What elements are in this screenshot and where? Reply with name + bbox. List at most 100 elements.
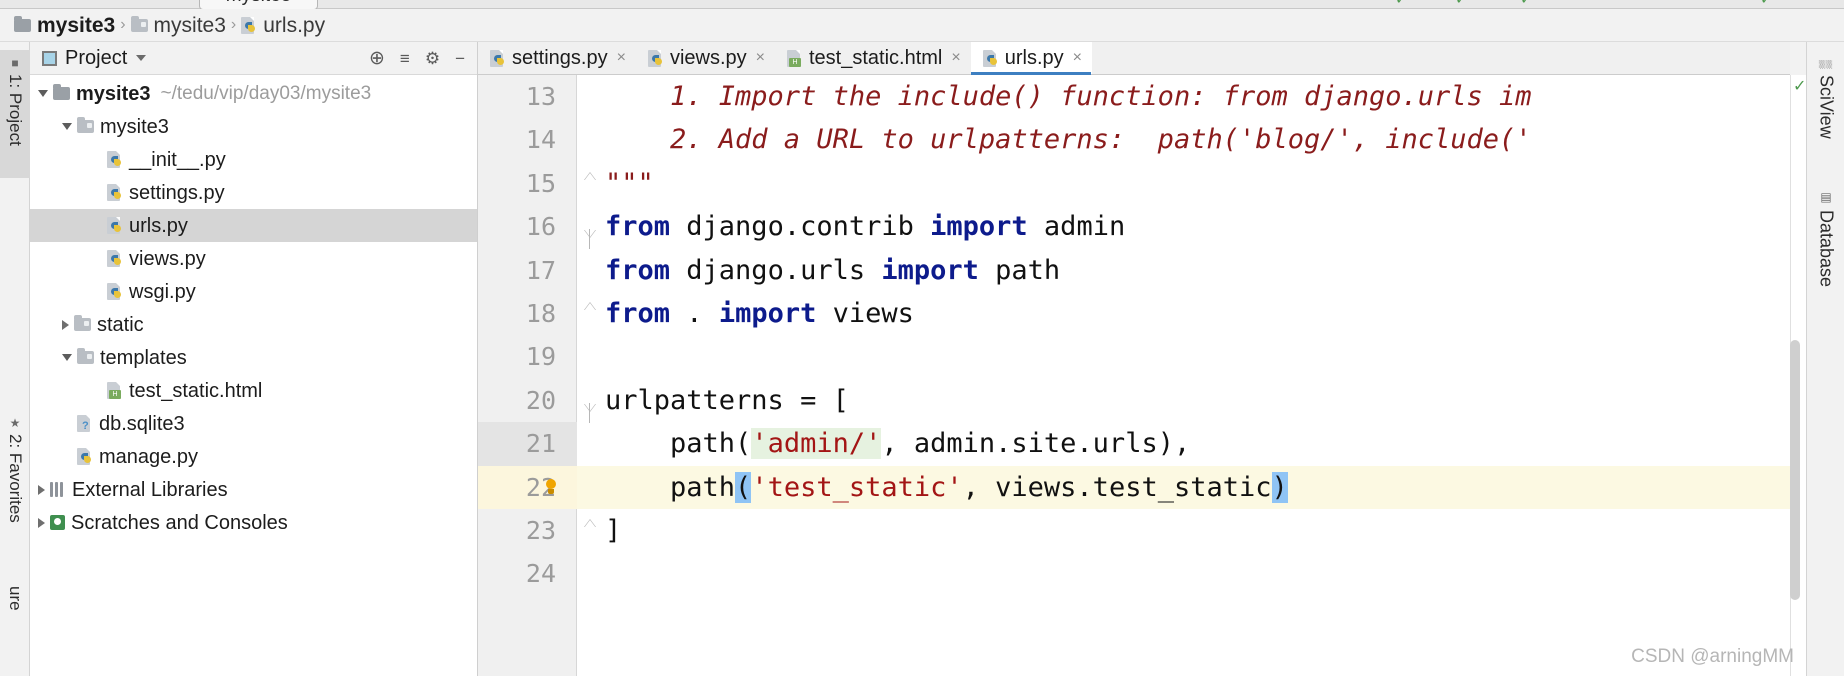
fold-marker[interactable]: [582, 379, 599, 423]
code-token: views: [816, 298, 914, 329]
code-line[interactable]: 13 1. Import the include() function: fro…: [478, 75, 1790, 118]
code-line[interactable]: 24: [478, 552, 1790, 595]
tool-window-project[interactable]: ■ 1: Project: [0, 50, 30, 178]
python-file-icon: [490, 49, 506, 67]
project-title: Project: [65, 46, 128, 69]
code-line[interactable]: 23]: [478, 509, 1790, 552]
tab-views-py[interactable]: views.py ×: [636, 42, 775, 74]
python-file-icon: [107, 217, 123, 234]
code-line[interactable]: 14 2. Add a URL to urlpatterns: path('bl…: [478, 118, 1790, 161]
settings-gear-icon[interactable]: ⚙: [425, 50, 440, 67]
tree-item-templates[interactable]: templates: [30, 341, 477, 374]
pycharm-window: mysite3 ✓ ✓ ✓ ✓ mysite3 › mysite3 › urls…: [0, 0, 1844, 676]
tree-item-wsgi-py[interactable]: wsgi.py: [30, 275, 477, 308]
python-file-icon: [647, 49, 664, 67]
fold-marker[interactable]: [582, 205, 599, 250]
project-panel-actions: ⊕ ≡ ⚙ −: [369, 49, 469, 68]
folder-open-icon: [130, 15, 148, 32]
editor-scrollbar-thumb[interactable]: [1790, 340, 1800, 600]
code-token: 'test_static': [751, 471, 963, 503]
code-line[interactable]: 18 from . import views: [478, 292, 1790, 335]
chevron-down-icon[interactable]: [38, 90, 48, 97]
chevron-down-icon[interactable]: [62, 123, 72, 130]
line-number: 19: [525, 342, 556, 372]
close-icon[interactable]: ×: [756, 50, 765, 66]
code-line[interactable]: 19: [478, 335, 1790, 378]
tree-item-views-py[interactable]: views.py: [30, 242, 477, 275]
code-line[interactable]: 15 """: [478, 162, 1790, 205]
code-token: path(: [605, 428, 752, 460]
close-icon[interactable]: ×: [1073, 50, 1082, 66]
db-file-icon: ?: [77, 415, 93, 432]
code-token: ]: [605, 515, 622, 546]
chevron-down-icon[interactable]: [62, 354, 72, 361]
code-token: ): [1271, 471, 1288, 503]
chevron-right-icon[interactable]: [38, 517, 45, 528]
code-line[interactable]: 22 path('test_static', views.test_static…: [478, 465, 1790, 509]
tool-window-database[interactable]: ▤ Database: [1807, 182, 1844, 322]
tree-item-mysite3-package[interactable]: mysite3: [30, 110, 477, 143]
tree-item-external-libraries[interactable]: External Libraries: [30, 473, 477, 506]
code-text: from . import views: [605, 292, 1790, 335]
code-line[interactable]: 16 from django.contrib import admin: [478, 205, 1790, 250]
scratch-icon: [50, 515, 65, 530]
code-text: path('test_static', views.test_static): [605, 466, 1790, 509]
code-line[interactable]: 21 path('admin/', admin.site.urls),: [478, 422, 1790, 466]
tree-item-test-static-html[interactable]: H test_static.html: [30, 374, 477, 407]
left-tool-rail: ■ 1: Project ★ 2: Favorites ure: [0, 42, 30, 676]
database-icon: ▤: [1819, 190, 1833, 205]
code-line[interactable]: 20 urlpatterns = [: [478, 379, 1790, 423]
project-rail-icon: ■: [8, 56, 22, 70]
right-tool-rail: ▒ SciView ▤ Database: [1806, 42, 1844, 676]
tree-item-scratches-and-consoles[interactable]: Scratches and Consoles: [30, 506, 477, 539]
line-number: 18: [525, 299, 556, 328]
code-text: ]: [605, 509, 1790, 552]
tool-window-sciview[interactable]: ▒ SciView: [1807, 52, 1844, 172]
fold-marker[interactable]: [582, 162, 599, 205]
tool-window-structure[interactable]: ure: [0, 580, 30, 670]
python-file-icon: [77, 448, 93, 465]
tree-item-settings-py[interactable]: settings.py: [30, 176, 477, 209]
tree-item-mysite3-root[interactable]: mysite3 ~/tedu/vip/day03/mysite3: [30, 77, 477, 110]
line-number: 15: [525, 168, 556, 198]
code-editor[interactable]: 13 1. Import the include() function: fro…: [478, 75, 1790, 676]
chevron-right-icon[interactable]: [62, 319, 69, 330]
tree-item-urls-py[interactable]: urls.py: [30, 209, 477, 242]
folder-open-icon: [77, 348, 94, 364]
close-icon[interactable]: ×: [951, 50, 960, 66]
folder-open-icon: [74, 315, 91, 331]
code-token: django.contrib: [670, 211, 931, 243]
breadcrumb-item-project[interactable]: mysite3: [14, 15, 115, 36]
fold-marker[interactable]: [582, 509, 599, 552]
tab-urls-py[interactable]: urls.py ×: [970, 42, 1092, 75]
breadcrumb-item-package[interactable]: mysite3: [130, 15, 226, 36]
tree-item-db-sqlite3[interactable]: ? db.sqlite3: [30, 407, 477, 440]
code-line[interactable]: 17 from django.urls import path: [478, 249, 1790, 292]
chevron-down-icon[interactable]: [136, 55, 147, 61]
breadcrumb-item-file[interactable]: urls.py: [241, 15, 325, 36]
project-title-group[interactable]: Project: [42, 47, 369, 70]
tree-item-init-py[interactable]: __init__.py: [30, 143, 477, 176]
project-tree: mysite3 ~/tedu/vip/day03/mysite3 mysite3…: [30, 75, 477, 539]
intention-bulb-icon[interactable]: [545, 478, 557, 496]
line-number: 17: [525, 255, 556, 285]
hide-icon[interactable]: −: [455, 50, 465, 67]
code-token: from: [605, 211, 671, 243]
code-token: .: [670, 298, 719, 329]
collapse-all-icon[interactable]: ≡: [400, 50, 410, 67]
editor-tab-bar: settings.py × views.py × H test_static.h…: [478, 42, 1790, 75]
chevron-right-icon[interactable]: [38, 484, 45, 495]
tab-settings-py[interactable]: settings.py ×: [478, 42, 636, 74]
tool-window-favorites[interactable]: ★ 2: Favorites: [0, 410, 30, 562]
code-token: 1. Import the include() function: from d…: [605, 81, 1532, 112]
code-token: from: [605, 254, 671, 286]
fold-marker[interactable]: [582, 292, 599, 335]
close-icon[interactable]: ×: [617, 50, 626, 66]
line-number: 20: [525, 385, 556, 415]
tab-test-static-html[interactable]: H test_static.html ×: [775, 42, 971, 74]
tree-item-static[interactable]: static: [30, 308, 477, 341]
tree-item-manage-py[interactable]: manage.py: [30, 440, 477, 473]
locate-icon[interactable]: ⊕: [369, 49, 385, 68]
